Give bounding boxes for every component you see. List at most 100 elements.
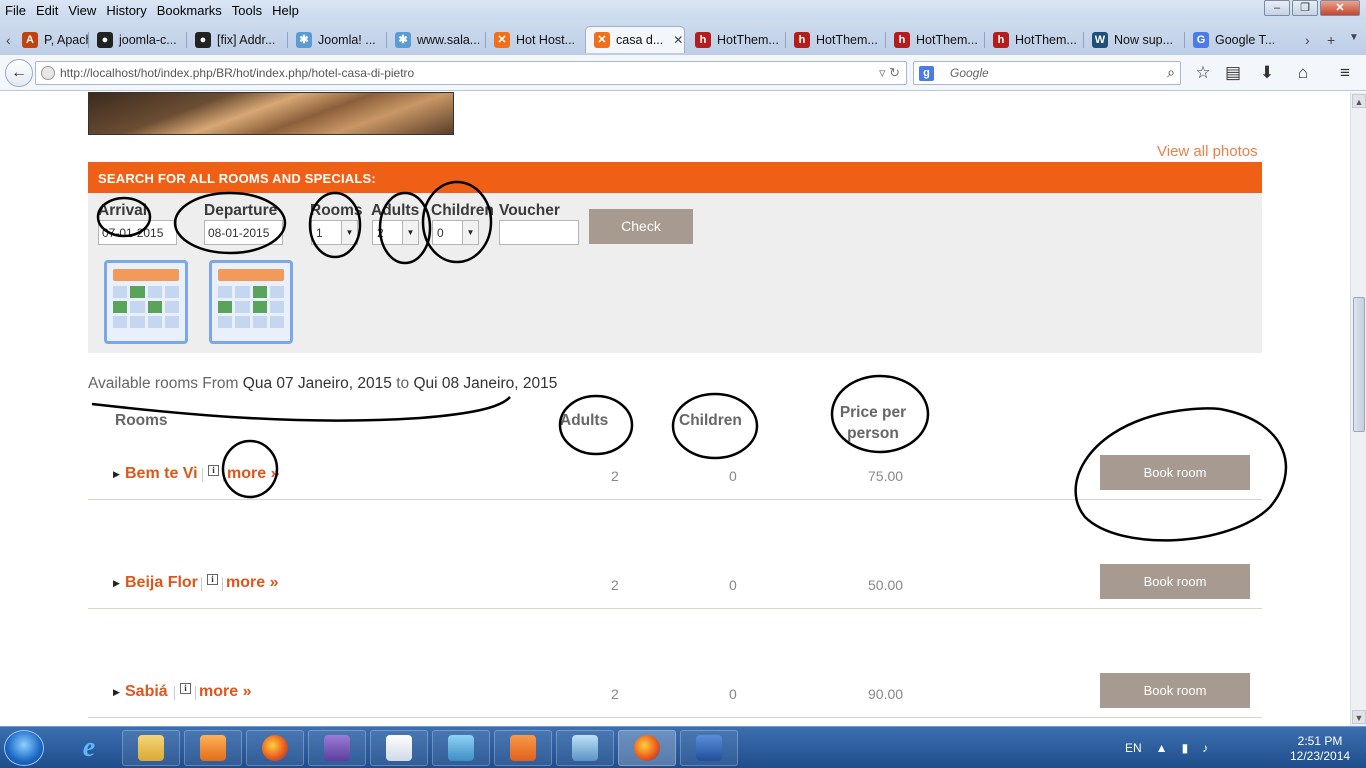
back-arrow-icon[interactable]: ←	[5, 59, 33, 87]
download-icon[interactable]: ⬇	[1256, 63, 1278, 83]
editor-taskbar-button[interactable]	[432, 730, 490, 766]
arrival-input[interactable]	[98, 220, 177, 245]
explorer-taskbar-button[interactable]	[122, 730, 180, 766]
departure-calendar-icon[interactable]	[209, 260, 293, 344]
url-bar[interactable]: http://localhost/hot/index.php/BR/hot/in…	[35, 61, 907, 85]
tab-12[interactable]: G Google T...	[1185, 26, 1289, 53]
arrival-calendar-icon[interactable]	[104, 260, 188, 344]
menu-history[interactable]: History	[101, 3, 151, 18]
menu-help[interactable]: Help	[267, 3, 304, 18]
images-taskbar-button[interactable]	[556, 730, 614, 766]
scroll-thumb[interactable]	[1353, 297, 1365, 432]
column-price: Price per person	[838, 402, 908, 444]
bookmark-star-icon[interactable]: ☆	[1192, 63, 1214, 83]
tab-scroll-left-icon[interactable]: ‹	[6, 32, 11, 48]
tab-11[interactable]: W Now sup...	[1084, 26, 1184, 53]
more-link[interactable]: more »	[199, 683, 251, 701]
tray-expand-icon[interactable]: ▲	[1156, 741, 1168, 755]
room-name[interactable]: Sabiá	[125, 683, 168, 701]
folder-icon	[138, 735, 164, 761]
search-icon[interactable]: ⌕	[1167, 64, 1175, 81]
expand-arrow-icon[interactable]: ▶	[113, 578, 120, 589]
window-controls: – ❐ ✕	[1264, 0, 1360, 16]
internet-explorer-icon: e	[82, 732, 96, 763]
adults-select[interactable]: 2 ▼	[372, 220, 419, 245]
new-tab-icon[interactable]: +	[1327, 32, 1335, 48]
room-name[interactable]: Bem te Vi	[125, 465, 198, 483]
tab-5[interactable]: ✕ Hot Host...	[486, 26, 584, 53]
tab-9[interactable]: h HotThem...	[886, 26, 984, 53]
scroll-down-icon[interactable]: ▼	[1352, 710, 1366, 724]
firefox-taskbar-button[interactable]	[246, 730, 304, 766]
tab-3[interactable]: ✱ Joomla! ...	[288, 26, 386, 53]
availability-prefix: Available rooms From	[88, 375, 239, 392]
rooms-label: Rooms	[310, 202, 363, 219]
more-link[interactable]: more »	[227, 465, 279, 483]
start-button-icon[interactable]	[4, 730, 44, 766]
expand-arrow-icon[interactable]: ▶	[113, 469, 120, 480]
book-room-button[interactable]: Book room	[1100, 455, 1250, 490]
tab-1[interactable]: ● joomla-c...	[89, 26, 185, 53]
tab-2[interactable]: ● [fix] Addr...	[187, 26, 285, 53]
tab-10[interactable]: h HotThem...	[985, 26, 1083, 53]
bookmarks-list-icon[interactable]: ▤	[1222, 63, 1244, 83]
ie-taskbar-button[interactable]: e	[60, 730, 118, 766]
tab-close-icon[interactable]: ✕	[673, 33, 683, 47]
word-taskbar-button[interactable]	[680, 730, 738, 766]
children-select[interactable]: 0 ▼	[432, 220, 479, 245]
github-icon: ●	[195, 31, 211, 48]
vs-taskbar-button[interactable]	[308, 730, 366, 766]
visual-studio-icon	[324, 735, 350, 761]
home-icon[interactable]: ⌂	[1292, 63, 1314, 83]
volume-icon[interactable]: ♪	[1202, 741, 1208, 755]
notepad-taskbar-button[interactable]	[370, 730, 428, 766]
info-icon[interactable]: i	[208, 465, 219, 476]
menu-view[interactable]: View	[63, 3, 101, 18]
clock[interactable]: 2:51 PM 12/23/2014	[1290, 734, 1350, 764]
departure-input[interactable]	[204, 220, 283, 245]
google-icon[interactable]: g	[919, 66, 934, 81]
page-scrollbar[interactable]: ▲ ▼	[1350, 92, 1366, 726]
restore-icon[interactable]: ❐	[1292, 0, 1318, 16]
menu-edit[interactable]: Edit	[31, 3, 63, 18]
xampp-icon	[510, 735, 536, 761]
info-icon[interactable]: i	[207, 574, 218, 585]
search-bar[interactable]: g Google ⌕	[913, 61, 1181, 85]
tab-6-active[interactable]: ✕ casa d... ✕	[585, 26, 685, 53]
info-icon[interactable]: i	[180, 683, 191, 694]
menu-bookmarks[interactable]: Bookmarks	[152, 3, 227, 18]
apache-icon: A	[22, 31, 38, 48]
language-indicator[interactable]: EN	[1125, 741, 1142, 755]
menu-hamburger-icon[interactable]: ≡	[1334, 63, 1356, 83]
book-room-button[interactable]: Book room	[1100, 673, 1250, 708]
xampp-icon: ✕	[594, 32, 610, 48]
room-name[interactable]: Beija Flor	[125, 574, 198, 592]
menu-file[interactable]: File	[0, 3, 31, 18]
close-window-icon[interactable]: ✕	[1320, 0, 1360, 16]
tab-list-icon[interactable]: ▼	[1349, 32, 1359, 43]
media-taskbar-button[interactable]	[184, 730, 242, 766]
menu-tools[interactable]: Tools	[227, 3, 267, 18]
rooms-select[interactable]: 1 ▼	[311, 220, 358, 245]
check-button[interactable]: Check	[589, 209, 693, 244]
expand-arrow-icon[interactable]: ▶	[113, 687, 120, 698]
minimize-icon[interactable]: –	[1264, 0, 1290, 16]
network-icon[interactable]: ▮	[1182, 741, 1189, 755]
more-link[interactable]: more »	[226, 574, 278, 592]
firefox-active-taskbar-button[interactable]	[618, 730, 676, 766]
tab-scroll-right-icon[interactable]: ›	[1305, 32, 1310, 48]
tab-0[interactable]: A P, Apach...	[14, 26, 88, 53]
xampp-taskbar-button[interactable]	[494, 730, 552, 766]
tab-label: P, Apach...	[44, 32, 88, 47]
scroll-up-icon[interactable]: ▲	[1352, 94, 1366, 108]
word-icon	[696, 735, 722, 761]
reload-icon[interactable]: ▿ ↻	[879, 65, 900, 81]
tab-8[interactable]: h HotThem...	[786, 26, 884, 53]
tab-7[interactable]: h HotThem...	[687, 26, 785, 53]
tab-4[interactable]: ✱ www.sala...	[387, 26, 485, 53]
search-placeholder: Google	[950, 66, 989, 80]
book-room-button[interactable]: Book room	[1100, 564, 1250, 599]
view-all-photos-link[interactable]: View all photos	[1157, 143, 1258, 160]
adults-label: Adults	[371, 202, 420, 219]
voucher-input[interactable]	[499, 220, 579, 245]
